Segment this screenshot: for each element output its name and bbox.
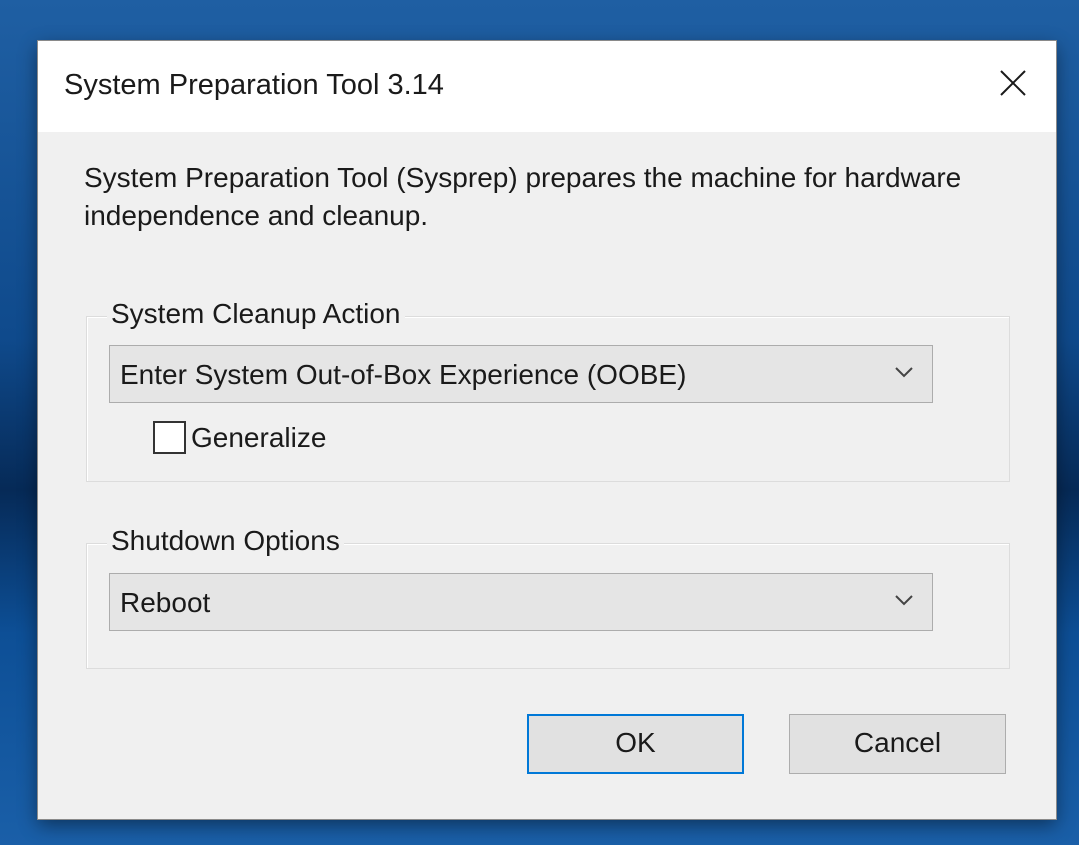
system-cleanup-action-group: System Cleanup Action Enter System Out-o… <box>86 298 1010 482</box>
chevron-down-icon <box>895 595 913 606</box>
cancel-button[interactable]: Cancel <box>789 714 1006 774</box>
ok-button[interactable]: OK <box>527 714 744 774</box>
cleanup-action-dropdown[interactable]: Enter System Out-of-Box Experience (OOBE… <box>109 345 933 403</box>
sysprep-dialog: System Preparation Tool 3.14 System Prep… <box>38 41 1056 819</box>
generalize-checkbox[interactable] <box>153 421 186 454</box>
shutdown-options-group: Shutdown Options Reboot <box>86 525 1010 669</box>
chevron-down-icon <box>895 367 913 378</box>
shutdown-options-value: Reboot <box>120 587 211 618</box>
system-cleanup-action-label: System Cleanup Action <box>107 298 405 330</box>
shutdown-options-label: Shutdown Options <box>107 525 344 557</box>
close-button[interactable] <box>970 41 1056 132</box>
close-icon <box>1000 70 1026 96</box>
window-title: System Preparation Tool 3.14 <box>64 69 444 101</box>
description-text: System Preparation Tool (Sysprep) prepar… <box>84 162 962 231</box>
title-bar[interactable]: System Preparation Tool 3.14 <box>38 41 1056 132</box>
generalize-label[interactable]: Generalize <box>191 422 326 454</box>
cleanup-action-value: Enter System Out-of-Box Experience (OOBE… <box>120 359 687 390</box>
shutdown-options-dropdown[interactable]: Reboot <box>109 573 933 631</box>
